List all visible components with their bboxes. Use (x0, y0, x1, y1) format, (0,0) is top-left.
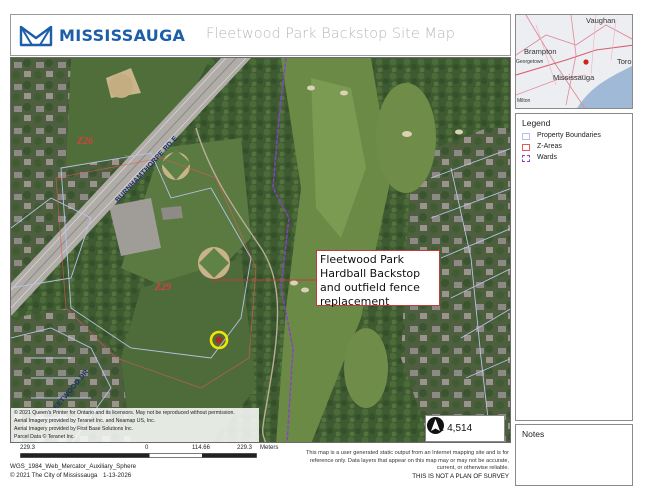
legend-item-z-areas: Z-Areas (522, 143, 632, 153)
scale-label: 0 (145, 445, 149, 451)
credit-line: Aerial Imagery provided by First Base So… (14, 426, 134, 432)
credit-line: © 2021 Queen's Printer for Ontario and i… (14, 410, 235, 416)
copyright-text: © 2021 The City of Mississauga (10, 472, 98, 479)
ward-swatch (522, 155, 530, 162)
main-map[interactable]: Z26 Z29 BURNHAMTHORPE RD E FLEETWOOD DR … (10, 57, 511, 443)
disclaimer: This map is a user generated static outp… (304, 450, 509, 480)
site-callout: Fleetwood Park Hardball Backstop and out… (316, 250, 440, 308)
legend-title: Legend (522, 118, 551, 128)
legend-item-property-boundaries: Property Boundaries (522, 132, 632, 142)
logo-text: MISSISSAUGA (59, 26, 186, 45)
projection-text: WGS_1984_Web_Mercator_Auxiliary_Sphere (10, 463, 137, 470)
z-area-swatch (522, 144, 530, 151)
scale-label: 229.3 (20, 445, 36, 451)
disclaimer-text: This map is a user generated static outp… (305, 450, 509, 472)
scale-units: Meters (260, 445, 279, 451)
notes-title: Notes (522, 429, 545, 439)
credit-line: Parcel Data © Teranet Inc. (14, 434, 75, 440)
overview-map[interactable]: Vaughan Brampton Toror Georgetown Missis… (515, 14, 633, 109)
print-date: 1-13-2026 (103, 472, 132, 479)
scale-bar-graphic (20, 453, 257, 458)
zone-label-z29: Z29 (155, 282, 172, 293)
credit-line: Aerial Imagery provided by Teranet Inc. … (14, 418, 156, 424)
map-layout: MISSISSAUGA Fleetwood Park Backstop Site… (0, 0, 650, 502)
overview-label: Milton (517, 98, 531, 104)
notes-panel: Notes (515, 424, 633, 486)
scale-label: 229.3 (237, 445, 253, 451)
property-boundary-swatch (522, 133, 530, 140)
legend-label: Wards (537, 154, 557, 161)
map-header: MISSISSAUGA Fleetwood Park Backstop Site… (10, 14, 511, 56)
overview-label: Toror (617, 57, 633, 66)
overview-label: Mississauga (553, 73, 595, 82)
legend-item-wards: Wards (522, 154, 632, 164)
not-survey-text: THIS IS NOT A PLAN OF SURVEY (412, 472, 509, 480)
scale-label: 114.66 (192, 445, 210, 451)
map-title: Fleetwood Park Backstop Site Map (206, 26, 455, 42)
zone-label-z26: Z26 (77, 136, 94, 147)
map-credits: © 2021 Queen's Printer for Ontario and i… (11, 408, 259, 442)
overview-label: Brampton (524, 47, 557, 56)
legend-panel: Legend Property Boundaries Z-Areas Wards (515, 113, 633, 421)
map-footer: 229.3 0 114.66 229.3 Meters WGS_1984_Web… (10, 444, 511, 486)
overview-label: Vaughan (586, 16, 616, 25)
mississauga-logo-icon (19, 25, 53, 47)
north-arrow-icon (427, 417, 444, 434)
legend-label: Property Boundaries (537, 132, 601, 139)
site-location-icon (583, 59, 589, 65)
overview-label: Georgetown (516, 59, 544, 65)
callout-text: Fleetwood Park Hardball Backstop and out… (320, 253, 421, 308)
scale-ratio-box: 1: 4,514 (425, 415, 505, 442)
legend-label: Z-Areas (537, 143, 562, 150)
